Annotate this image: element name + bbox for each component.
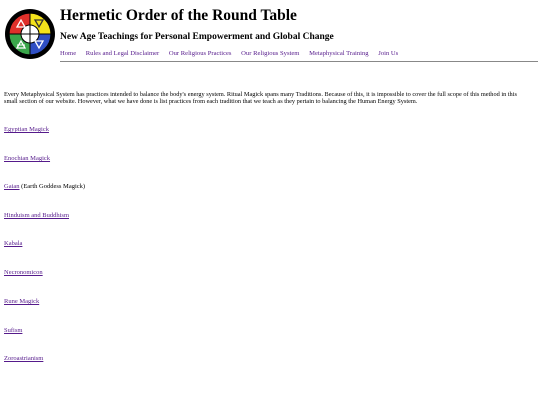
list-item: Hinduism and Buddhism bbox=[4, 212, 69, 219]
practice-list: Egyptian Magick Enochian Magick Gaian (E… bbox=[4, 0, 404, 405]
list-item: Egyptian Magick bbox=[4, 126, 49, 133]
list-item: Enochian Magick bbox=[4, 155, 50, 162]
practice-link-rune-magick[interactable]: Rune Magick bbox=[4, 298, 39, 305]
practice-link-egyptian-magick[interactable]: Egyptian Magick bbox=[4, 126, 49, 133]
list-item: Kabala bbox=[4, 240, 22, 247]
practice-link-necronomicon[interactable]: Necronomicon bbox=[4, 269, 43, 276]
practice-link-enochian-magick[interactable]: Enochian Magick bbox=[4, 155, 50, 162]
list-item: Necronomicon bbox=[4, 269, 43, 276]
practice-link-hinduism-buddhism[interactable]: Hinduism and Buddhism bbox=[4, 212, 69, 219]
practice-link-gaian[interactable]: Gaian bbox=[4, 183, 20, 190]
list-item: Zoroastrianism bbox=[4, 355, 43, 362]
practice-link-kabala[interactable]: Kabala bbox=[4, 240, 22, 247]
list-item: Rune Magick bbox=[4, 298, 39, 305]
practice-link-zoroastrianism[interactable]: Zoroastrianism bbox=[4, 355, 43, 362]
list-item: Sufism bbox=[4, 327, 22, 334]
practice-link-sufism[interactable]: Sufism bbox=[4, 327, 22, 334]
practice-note-gaian: (Earth Goddess Magick) bbox=[19, 183, 86, 190]
list-item: Gaian (Earth Goddess Magick) bbox=[4, 183, 85, 190]
